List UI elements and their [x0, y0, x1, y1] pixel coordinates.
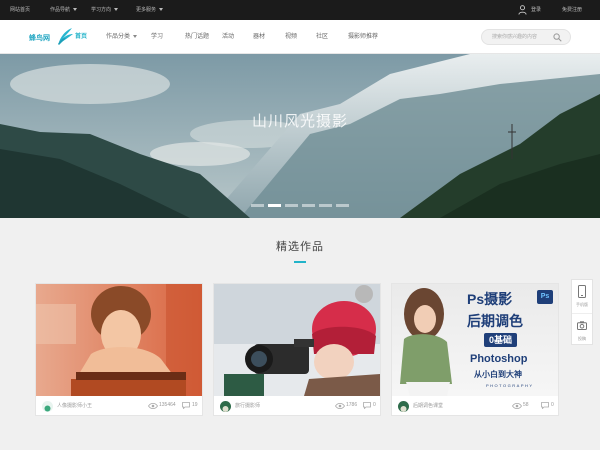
comment-count: 0	[373, 402, 376, 408]
chevron-down-icon	[133, 34, 138, 38]
poster-text: Ps摄影 Ps 后期调色 0基础 Photoshop 从小白到大神 PHOTOG…	[464, 289, 558, 393]
card-meta: 后期调色课堂 58 0	[392, 396, 558, 416]
eye-icon	[148, 403, 158, 409]
topbar-home-link[interactable]: 网站首页	[10, 0, 30, 20]
course-poster[interactable]: Ps摄影 Ps 后期调色 0基础 Photoshop 从小白到大神 PHOTOG…	[392, 284, 558, 396]
carousel-dot[interactable]	[285, 204, 298, 207]
author-name[interactable]: 旅行摄影师	[235, 402, 260, 409]
section-divider	[294, 261, 306, 263]
card-meta: 人像摄影师小王 135464 19	[36, 396, 202, 416]
user-icon[interactable]	[518, 5, 527, 15]
carousel-dot[interactable]	[319, 204, 332, 207]
author-name[interactable]: 人像摄影师小王	[57, 402, 92, 409]
work-card[interactable]: Ps摄影 Ps 后期调色 0基础 Photoshop 从小白到大神 PHOTOG…	[391, 283, 559, 416]
mountain-landscape-image	[0, 54, 600, 218]
nav-item-gear[interactable]: 器材	[253, 20, 265, 54]
carousel-dot-active[interactable]	[268, 204, 281, 207]
topbar-more-link[interactable]: 更多服务	[136, 0, 164, 20]
login-link[interactable]: 登录	[531, 0, 541, 20]
view-count: 58	[523, 402, 529, 408]
work-card[interactable]: 人像摄影师小王 135464 19	[35, 283, 203, 416]
author-name[interactable]: 后期调色课堂	[413, 402, 443, 409]
topbar-learning-label: 学习方向	[91, 7, 112, 13]
submit-work-label: 投稿	[578, 336, 586, 341]
register-link[interactable]: 免费注册	[562, 0, 582, 20]
nav-item-video[interactable]: 视频	[285, 20, 297, 54]
topbar-home-label: 网站首页	[10, 7, 31, 13]
nav-item-categories[interactable]: 作品分类	[106, 20, 138, 54]
avatar[interactable]	[220, 401, 231, 412]
nav-item-events[interactable]: 活动	[222, 20, 234, 54]
poster-title-line2: 后期调色	[467, 313, 523, 329]
section-title: 精选作品	[276, 241, 324, 253]
main-nav: 蜂鸟网 首页 作品分类 学习 热门话题 活动 器材 视频 社区 摄影师推荐	[0, 20, 600, 54]
floating-sidebar: 手机版 投稿	[571, 279, 593, 345]
poster-photoshop: Photoshop	[470, 353, 528, 365]
poster-zero-basic: 0基础	[484, 333, 518, 347]
poster-photography: PHOTOGRAPHY	[486, 383, 534, 388]
topbar-learning-link[interactable]: 学习方向	[91, 0, 119, 20]
eye-icon	[512, 403, 522, 409]
carousel-dot[interactable]	[251, 204, 264, 207]
search-icon[interactable]	[553, 33, 562, 42]
comment-icon	[363, 402, 371, 409]
avatar[interactable]	[398, 401, 409, 412]
comment-icon	[182, 402, 190, 409]
nav-item-home[interactable]: 首页	[75, 20, 87, 54]
chevron-down-icon	[159, 8, 164, 12]
portrait-photo[interactable]	[36, 284, 202, 396]
comment-count: 19	[192, 402, 198, 408]
poster-subtitle: 从小白到大神	[474, 370, 522, 379]
nav-item-photographers[interactable]: 摄影师推荐	[348, 20, 378, 54]
top-utility-bar: 网站首页 作品导航 学习方向 更多服务 登录 免费注册	[0, 0, 600, 20]
eye-icon	[335, 403, 345, 409]
comment-icon	[541, 402, 549, 409]
topbar-more-label: 更多服务	[136, 7, 157, 13]
view-count: 1786	[346, 402, 358, 408]
topbar-works-nav-label: 作品导航	[50, 7, 71, 13]
hero-banner[interactable]: 山川风光摄影	[0, 54, 600, 218]
logo-text: 蜂鸟网	[29, 35, 50, 42]
phone-icon	[578, 285, 586, 298]
comment-count: 0	[551, 402, 554, 408]
mobile-version-label: 手机版	[576, 302, 588, 307]
chevron-down-icon	[114, 8, 119, 12]
photographer-photo[interactable]	[214, 284, 380, 396]
chevron-down-icon	[73, 8, 78, 12]
poster-title-line1: Ps摄影	[467, 291, 513, 307]
carousel-dot[interactable]	[336, 204, 349, 207]
submit-work-button[interactable]: 投稿	[572, 313, 592, 345]
nav-item-community[interactable]: 社区	[316, 20, 328, 54]
camera-icon	[577, 321, 587, 330]
mobile-version-button[interactable]: 手机版	[572, 280, 592, 312]
nav-item-categories-label: 作品分类	[106, 34, 131, 40]
ps-badge: Ps	[537, 290, 553, 304]
work-card[interactable]: 旅行摄影师 1786 0	[213, 283, 381, 416]
search-input[interactable]	[492, 32, 552, 42]
carousel-dot[interactable]	[302, 204, 315, 207]
banner-title: 山川风光摄影	[251, 113, 348, 130]
search-box	[481, 29, 571, 45]
nav-item-learning[interactable]: 学习	[151, 20, 163, 54]
avatar[interactable]	[42, 401, 53, 412]
topbar-works-nav-link[interactable]: 作品导航	[50, 0, 78, 20]
nav-item-topics[interactable]: 热门话题	[185, 20, 209, 54]
view-count: 135464	[159, 402, 176, 408]
card-meta: 旅行摄影师 1786 0	[214, 396, 380, 416]
